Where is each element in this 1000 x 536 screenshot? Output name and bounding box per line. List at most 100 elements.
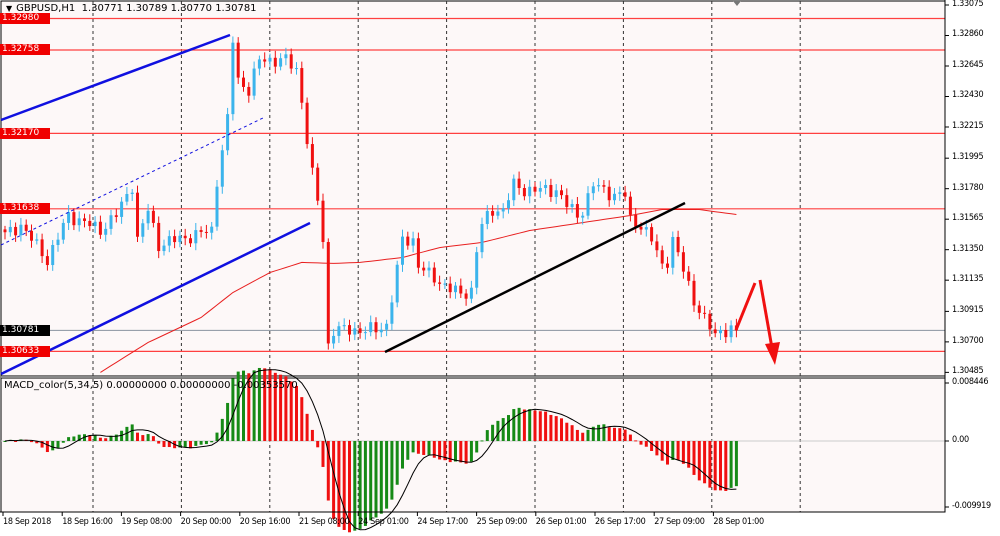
bull-candle <box>141 223 145 237</box>
macd-bar-down <box>141 435 145 441</box>
macd-bar-up <box>597 424 601 441</box>
bull-candle <box>93 221 97 227</box>
macd-bar-down <box>30 441 33 443</box>
bull-candle <box>51 244 55 266</box>
bear-candle <box>575 204 579 218</box>
macd-bar-down <box>321 441 325 467</box>
bull-candle <box>570 204 574 207</box>
bear-candle <box>623 192 627 197</box>
macd-bar-up <box>734 441 738 487</box>
macd-bar-down <box>613 427 616 441</box>
macd-bar-up <box>528 409 532 441</box>
macd-bar-down <box>560 418 563 441</box>
price-axis-label: 1.30915 <box>952 305 984 316</box>
bull-candle <box>475 252 479 288</box>
bear-candle <box>549 184 553 197</box>
macd-bar-down <box>565 422 569 441</box>
bear-candle <box>491 211 495 216</box>
bear-candle <box>565 195 569 207</box>
macd-bar-up <box>496 420 500 441</box>
bear-candle <box>316 167 320 201</box>
bear-candle <box>560 190 563 196</box>
time-axis-label: 21 Sep 08:00 <box>299 517 350 527</box>
bear-candle <box>289 54 293 69</box>
price-axis-label: 1.32430 <box>952 90 984 101</box>
level-price-tag: 1.32980 <box>0 12 50 24</box>
macd-bar-up <box>257 367 261 441</box>
bear-candle <box>114 215 118 217</box>
bear-candle <box>40 239 44 257</box>
bull-candle <box>480 223 484 253</box>
bear-candle <box>703 312 707 314</box>
macd-bar-up <box>56 441 60 448</box>
bull-candle <box>379 329 383 333</box>
bear-candle <box>151 210 155 223</box>
macd-bar-up <box>130 424 134 441</box>
macd-bar-down <box>708 441 712 488</box>
chart-canvas[interactable] <box>0 0 1000 536</box>
bull-candle <box>210 226 214 233</box>
bull-candle <box>61 222 65 240</box>
time-axis-label: 19 Sep 08:00 <box>121 517 172 527</box>
price-axis-label: 1.31995 <box>952 152 984 163</box>
price-axis-label: 1.32215 <box>952 120 984 131</box>
bear-candle <box>305 102 309 145</box>
bear-candle <box>713 329 717 334</box>
bull-candle <box>512 178 516 201</box>
macd-bar-up <box>226 402 230 441</box>
macd-bar-down <box>628 434 632 441</box>
macd-bar-down <box>607 427 611 441</box>
bear-candle <box>639 226 643 230</box>
bull-candle <box>496 211 500 216</box>
bear-candle <box>422 267 426 271</box>
macd-bar-down <box>676 441 680 460</box>
macd-bar-down <box>681 441 685 464</box>
price-axis-label: 1.30700 <box>952 335 984 346</box>
bear-candle <box>30 230 33 241</box>
macd-title: MACD_color(5,34,5) 0.00000000 0.00000000… <box>4 380 298 391</box>
bear-candle <box>628 196 632 215</box>
macd-bar-down <box>538 411 542 441</box>
macd-bar-down <box>618 428 622 441</box>
bull-candle <box>226 114 230 151</box>
macd-bar-down <box>310 429 314 441</box>
macd-bar-up <box>406 441 410 460</box>
macd-bar-up <box>454 441 457 462</box>
time-axis-label: 18 Sep 2018 <box>3 517 52 527</box>
level-price-tag: 1.31638 <box>0 203 50 215</box>
macd-bar-down <box>459 441 463 463</box>
macd-bar-down <box>581 432 585 441</box>
bull-candle <box>77 218 81 226</box>
macd-bar-down <box>305 413 309 441</box>
bear-candle <box>242 77 245 87</box>
time-axis-label: 26 Sep 01:00 <box>535 517 587 527</box>
macd-bar-down <box>422 441 426 455</box>
bull-candle <box>268 57 272 62</box>
bull-candle <box>178 235 182 243</box>
macd-bar-down <box>337 441 341 527</box>
macd-bar-up <box>385 441 389 509</box>
macd-bar-up <box>379 441 383 514</box>
macd-bar-down <box>464 441 468 464</box>
bull-candle <box>671 236 675 268</box>
macd-bar-down <box>719 441 722 491</box>
macd-bar-down <box>724 441 728 491</box>
bull-candle <box>67 212 71 223</box>
macd-bar-down <box>644 441 648 447</box>
macd-bar-down <box>136 432 139 441</box>
bear-candle <box>24 224 28 231</box>
macd-bar-up <box>501 418 505 441</box>
bull-candle <box>231 42 235 115</box>
time-axis-label: 26 Sep 17:00 <box>595 517 646 527</box>
macd-bar-up <box>210 441 214 443</box>
macd-bar-down <box>14 440 18 442</box>
price-axis-label: 1.31350 <box>952 243 984 254</box>
macd-bar-up <box>729 441 733 488</box>
macd-bar-up <box>72 436 76 441</box>
level-price-tag: 1.32170 <box>0 127 50 139</box>
macd-bar-down <box>692 441 696 475</box>
macd-bar-down <box>104 438 108 441</box>
macd-bar-up <box>61 441 65 443</box>
level-price-tag: 1.30633 <box>0 345 50 357</box>
collapse-triangle-icon[interactable]: ▼ <box>6 4 12 13</box>
